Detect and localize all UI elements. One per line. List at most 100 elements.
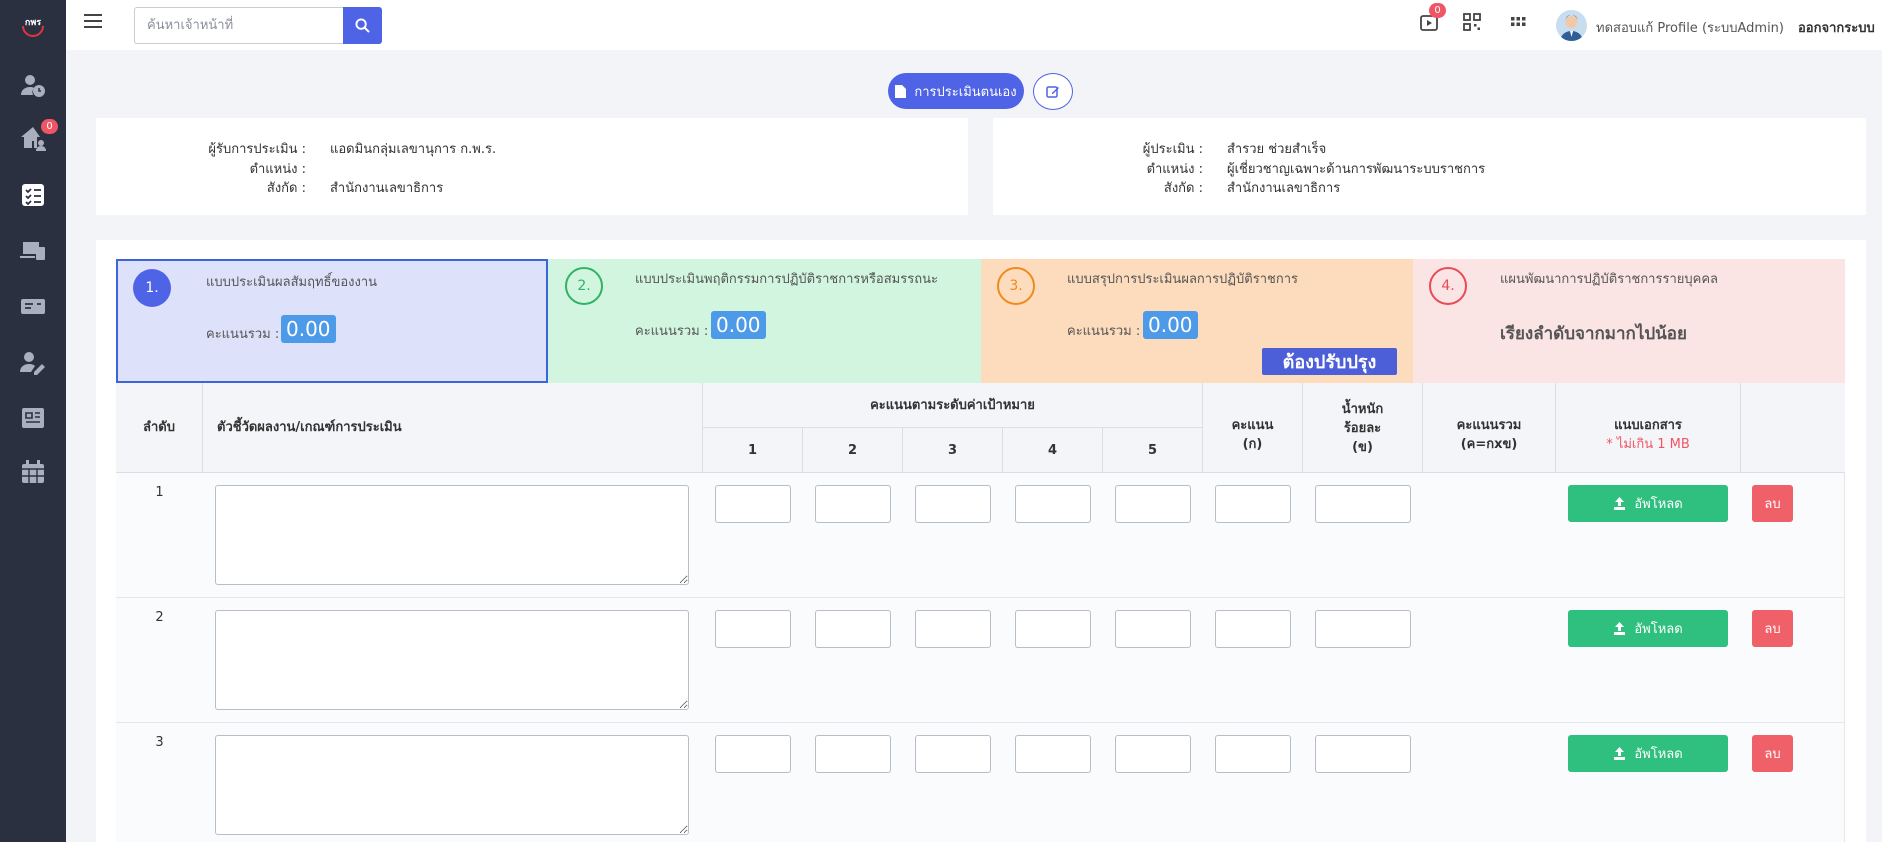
upload-icon — [1614, 622, 1626, 635]
search-button[interactable] — [343, 7, 382, 44]
header-total: คะแนนรวม (ค=กxข) — [1423, 383, 1556, 473]
sidebar-item-news[interactable] — [0, 398, 66, 438]
tab-score-label: คะแนนรวม : — [1067, 324, 1141, 339]
header-action — [1741, 383, 1845, 473]
search-icon — [355, 18, 370, 33]
header-attach: แนบเอกสาร * ไม่เกิน 1 MB — [1556, 383, 1741, 473]
laptop-file-icon — [20, 242, 45, 260]
target-level-1-input[interactable] — [715, 485, 791, 523]
header-total-sub: (ค=กxข) — [1460, 436, 1518, 452]
header-total-text: คะแนนรวม — [1456, 417, 1522, 433]
target-level-5-input[interactable] — [1115, 735, 1191, 773]
header-level-5: 5 — [1103, 428, 1203, 473]
sidebar-item-devices[interactable] — [0, 230, 66, 270]
target-level-5-input[interactable] — [1115, 485, 1191, 523]
money-bill-icon — [21, 299, 45, 314]
sidebar-item-users[interactable] — [0, 65, 66, 105]
row-number: 1 — [155, 485, 164, 500]
weight-input[interactable] — [1315, 485, 1411, 523]
assessor-dept-label: สังกัด : — [1163, 181, 1203, 196]
target-level-5-input[interactable] — [1115, 610, 1191, 648]
upload-icon — [1614, 497, 1626, 510]
assessment-table: ลำดับ ตัวชี้วัดผลงาน/เกณฑ์การประเมิน คะแ… — [116, 383, 1845, 842]
tab-title: แบบประเมินพฤติกรรมการปฏิบัติราชการหรือสม… — [635, 272, 938, 287]
delete-button[interactable]: ลบ — [1752, 735, 1793, 772]
tab-score-value: 0.00 — [1143, 311, 1198, 339]
user-clock-icon — [21, 75, 45, 97]
weight-input[interactable] — [1315, 735, 1411, 773]
self-assessment-button[interactable]: การประเมินตนเอง — [888, 73, 1024, 109]
header-score: คะแนน (ก) — [1203, 383, 1303, 473]
receiver-position-label: ตำแหน่ง : — [249, 162, 306, 177]
upload-button[interactable]: อัพโหลด — [1568, 610, 1728, 647]
score-input[interactable] — [1215, 610, 1291, 648]
profile-name[interactable]: ทดสอบแก้ Profile (ระบบAdmin) — [1596, 17, 1784, 38]
header-level-4: 4 — [1003, 428, 1103, 473]
target-level-4-input[interactable] — [1015, 485, 1091, 523]
apps-grid-icon[interactable] — [1509, 13, 1531, 35]
target-level-4-input[interactable] — [1015, 610, 1091, 648]
assessor-position-value: ผู้เชี่ยวชาญเฉพาะด้านการพัฒนาระบบราชการ — [1227, 162, 1486, 177]
criteria-textarea[interactable] — [215, 610, 689, 710]
tab-number: 3. — [997, 267, 1035, 305]
tab-score-label: คะแนนรวม : — [635, 324, 709, 339]
result-badge: ต้องปรับปรุง — [1262, 348, 1397, 375]
header-weight-sub: (ข) — [1352, 440, 1373, 455]
tab-title: แบบประเมินผลสัมฤทธิ์ของงาน — [206, 275, 378, 290]
upload-label: อัพโหลด — [1634, 497, 1683, 512]
criteria-textarea[interactable] — [215, 735, 689, 835]
target-level-2-input[interactable] — [815, 485, 891, 523]
receiver-info-card: ผู้รับการประเมิน : แอดมินกลุ่มเลขานุการ … — [96, 118, 968, 215]
row-number: 2 — [155, 610, 164, 625]
receiver-dept-value: สำนักงานเลขาธิการ — [330, 181, 444, 196]
delete-button[interactable]: ลบ — [1752, 485, 1793, 522]
sidebar-item-finance[interactable] — [0, 286, 66, 326]
assessor-position-label: ตำแหน่ง : — [1146, 162, 1203, 177]
target-level-4-input[interactable] — [1015, 735, 1091, 773]
sidebar-item-user-edit[interactable] — [0, 342, 66, 382]
topbar: 0 ทดสอบแก้ Profile (ระบบAdmin) ออกจากระบ… — [66, 0, 1882, 50]
logout-link[interactable]: ออกจากระบบ — [1798, 17, 1875, 38]
criteria-textarea[interactable] — [215, 485, 689, 585]
header-level-1: 1 — [703, 428, 803, 473]
target-level-2-input[interactable] — [815, 610, 891, 648]
tab-score-label: คะแนนรวม : — [206, 327, 280, 342]
header-criteria: ตัวชี้วัดผลงาน/เกณฑ์การประเมิน — [203, 383, 703, 473]
upload-icon — [1614, 747, 1626, 760]
upload-button[interactable]: อัพโหลด — [1568, 735, 1728, 772]
header-weight-text: น้ำหนัก — [1341, 402, 1384, 417]
list-check-icon — [22, 184, 44, 206]
sidebar-item-calendar[interactable] — [0, 452, 66, 492]
header-attach-note: * ไม่เกิน 1 MB — [1606, 436, 1690, 452]
sidebar-item-tasks[interactable] — [0, 175, 66, 215]
weight-input[interactable] — [1315, 610, 1411, 648]
tab-achievement[interactable]: 1. แบบประเมินผลสัมฤทธิ์ของงาน คะแนนรวม :… — [116, 259, 548, 383]
target-level-3-input[interactable] — [915, 735, 991, 773]
target-level-3-input[interactable] — [915, 485, 991, 523]
target-level-1-input[interactable] — [715, 610, 791, 648]
target-level-1-input[interactable] — [715, 735, 791, 773]
file-icon — [895, 84, 907, 98]
receiver-name-label: ผู้รับการประเมิน : — [208, 142, 306, 157]
user-avatar[interactable] — [1556, 10, 1587, 41]
header-score-text: คะแนน — [1231, 417, 1274, 433]
score-input[interactable] — [1215, 485, 1291, 523]
self-assessment-label: การประเมินตนเอง — [914, 84, 1017, 100]
qr-code-icon[interactable] — [1463, 13, 1485, 35]
tab-number: 4. — [1429, 267, 1467, 305]
target-level-3-input[interactable] — [915, 610, 991, 648]
menu-toggle-icon[interactable] — [84, 14, 102, 32]
app-logo[interactable]: กพร — [18, 10, 48, 40]
target-level-2-input[interactable] — [815, 735, 891, 773]
delete-button[interactable]: ลบ — [1752, 610, 1793, 647]
newspaper-icon — [22, 408, 44, 428]
calendar-icon — [22, 460, 44, 483]
score-input[interactable] — [1215, 735, 1291, 773]
header-level-3: 3 — [903, 428, 1003, 473]
tab-competency[interactable]: 2. แบบประเมินพฤติกรรมการปฏิบัติราชการหรื… — [548, 259, 981, 383]
tab-title: แผนพัฒนาการปฏิบัติราชการรายบุคคล — [1500, 272, 1718, 287]
tab-title: แบบสรุปการประเมินผลการปฏิบัติราชการ — [1067, 272, 1298, 287]
edit-button[interactable] — [1033, 73, 1073, 110]
upload-button[interactable]: อัพโหลด — [1568, 485, 1728, 522]
search-input[interactable] — [134, 7, 344, 44]
